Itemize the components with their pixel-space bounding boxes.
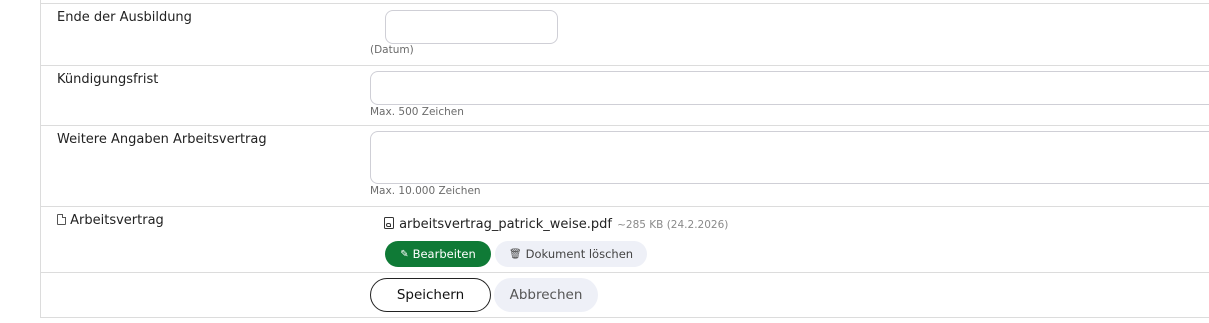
attachment-file-meta: ~285 KB (24.2.2026) [617,219,729,231]
contract-details-hint: Max. 10.000 Zeichen [370,185,481,197]
notice-period-input[interactable] [370,71,1209,105]
pdf-icon [384,217,394,229]
row-actions: Speichern Abbrechen [41,273,1209,318]
row-contract-details: Weitere Angaben Arbeitsvertrag Max. 10.0… [41,126,1209,207]
notice-period-label: Kündigungsfrist [57,72,159,87]
row-attachment: Arbeitsvertrag arbeitsvertrag_patrick_we… [41,207,1209,273]
attachment-file-name[interactable]: arbeitsvertrag_patrick_weise.pdf [399,217,612,232]
trash-icon: 🗑 [508,248,522,260]
contract-details-label: Weitere Angaben Arbeitsvertrag [57,132,267,147]
save-label: Speichern [396,287,465,303]
attachment-file[interactable]: arbeitsvertrag_patrick_weise.pdf ~285 KB… [384,213,728,232]
edit-document-label: Bearbeiten [412,247,476,261]
end-training-date-input[interactable] [385,10,558,44]
cancel-button[interactable]: Abbrechen [494,278,598,312]
file-icon [57,214,66,225]
employment-form: Ende der Ausbildung (Datum) Kündigungsfr… [40,0,1209,318]
edit-document-button[interactable]: ✎ Bearbeiten [385,241,491,267]
pencil-icon: ✎ [400,248,409,260]
attachment-label-text: Arbeitsvertrag [70,213,164,228]
contract-details-textarea[interactable] [370,131,1209,184]
attachment-label: Arbeitsvertrag [57,213,164,228]
cancel-label: Abbrechen [509,287,583,303]
end-training-hint: (Datum) [370,44,414,56]
save-button[interactable]: Speichern [370,278,491,312]
row-notice-period: Kündigungsfrist Max. 500 Zeichen [41,66,1209,126]
row-end-training: Ende der Ausbildung (Datum) [41,4,1209,66]
notice-period-hint: Max. 500 Zeichen [370,106,464,118]
delete-document-button[interactable]: 🗑 Dokument löschen [495,241,647,267]
delete-document-label: Dokument löschen [525,247,634,261]
end-training-label: Ende der Ausbildung [57,10,192,25]
